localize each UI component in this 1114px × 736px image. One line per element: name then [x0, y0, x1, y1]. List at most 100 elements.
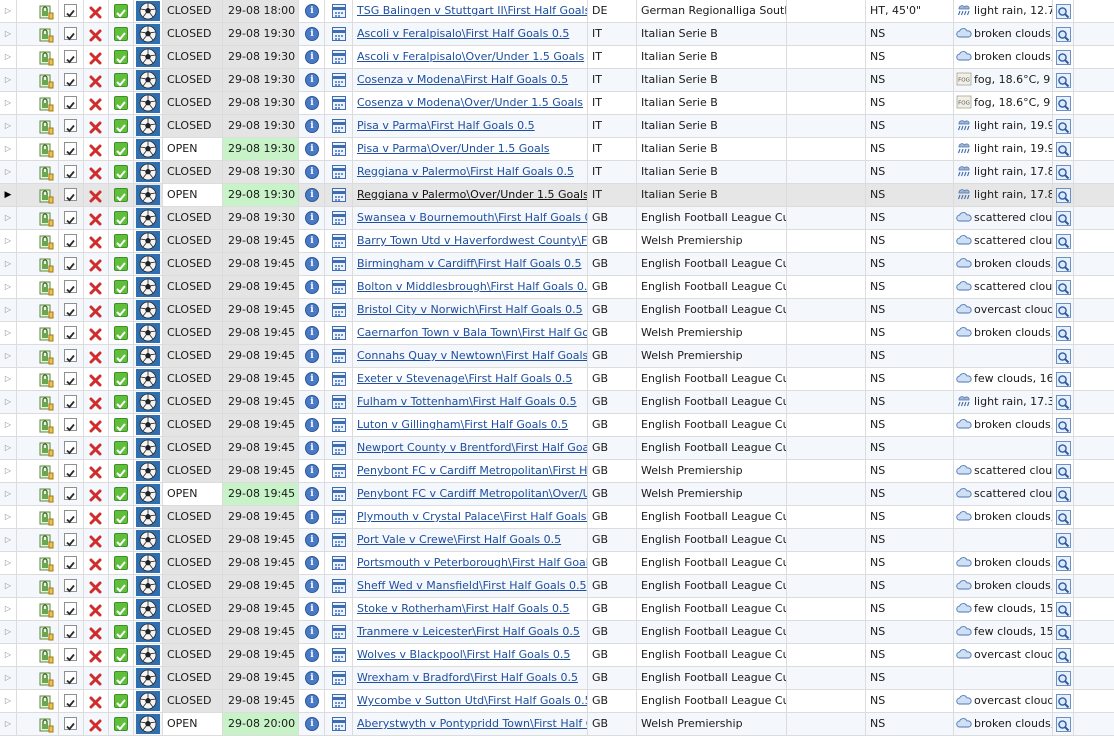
delete-cell[interactable] — [84, 299, 109, 321]
magnifier-icon[interactable] — [1056, 303, 1071, 318]
event-market-cell[interactable]: Ascoli v Feralpisalo\First Half Goals 0.… — [353, 23, 588, 45]
row-indicator[interactable]: ▷ — [0, 345, 17, 367]
approve-cell[interactable] — [109, 598, 134, 620]
table-row[interactable]: ▷ CLOSED 29-08 19:45 i Plymouth v Crystal Pa… — [0, 506, 1114, 529]
select-cell[interactable] — [59, 69, 84, 91]
lock-edit-icon[interactable] — [38, 73, 54, 89]
event-market-cell[interactable]: Barry Town Utd v Haverfordwest County\Fi… — [353, 230, 588, 252]
info-cell[interactable]: i — [299, 483, 325, 505]
row-indicator[interactable]: ▷ — [0, 161, 17, 183]
checkbox-icon[interactable] — [64, 257, 77, 271]
event-market-cell[interactable]: Penybont FC v Cardiff Metropolitan\Over/… — [353, 483, 588, 505]
calendar-cell[interactable] — [325, 460, 353, 482]
checkbox-icon[interactable] — [64, 4, 77, 18]
info-icon[interactable]: i — [305, 648, 319, 662]
info-cell[interactable]: i — [299, 138, 325, 160]
event-market-link[interactable]: Stoke v Rotherham\First Half Goals 0.5 — [357, 602, 570, 615]
row-expand-arrow-icon[interactable]: ▷ — [0, 115, 16, 137]
delete-x-icon[interactable] — [89, 672, 102, 686]
search-cell[interactable] — [1053, 529, 1074, 551]
calendar-icon[interactable] — [332, 188, 346, 202]
event-market-link[interactable]: Bristol City v Norwich\First Half Goals … — [357, 303, 583, 316]
info-icon[interactable]: i — [305, 372, 319, 386]
event-market-link[interactable]: Reggiana v Palermo\Over/Under 1.5 Goals — [357, 188, 587, 201]
info-icon[interactable]: i — [305, 142, 319, 156]
info-icon[interactable]: i — [305, 211, 319, 225]
delete-x-icon[interactable] — [89, 350, 102, 364]
row-expand-arrow-icon[interactable]: ▷ — [0, 667, 16, 689]
row-indicator[interactable]: ▷ — [0, 138, 17, 160]
lock-cell[interactable] — [17, 437, 59, 459]
calendar-icon[interactable] — [332, 487, 346, 501]
calendar-icon[interactable] — [332, 211, 346, 225]
approve-cell[interactable] — [109, 92, 134, 114]
calendar-icon[interactable] — [332, 648, 346, 662]
table-row[interactable]: ▷ CLOSED 29-08 19:45 i Sheff Wed v Mansfield… — [0, 575, 1114, 598]
row-expand-arrow-icon[interactable]: ▷ — [0, 713, 16, 735]
checkbox-icon[interactable] — [64, 50, 77, 64]
row-indicator[interactable]: ▷ — [0, 69, 17, 91]
lock-edit-icon[interactable] — [38, 464, 54, 480]
table-row[interactable]: ▷ CLOSED 29-08 19:45 i Tranmere v Leicester\… — [0, 621, 1114, 644]
delete-x-icon[interactable] — [89, 51, 102, 65]
row-indicator[interactable]: ▷ — [0, 667, 17, 689]
magnifier-icon[interactable] — [1056, 464, 1071, 479]
table-row[interactable]: ▷ CLOSED 29-08 19:45 i Port Vale v Crewe\Fir… — [0, 529, 1114, 552]
approve-check-icon[interactable] — [114, 73, 128, 87]
info-cell[interactable]: i — [299, 575, 325, 597]
lock-edit-icon[interactable] — [38, 533, 54, 549]
delete-cell[interactable] — [84, 253, 109, 275]
checkbox-icon[interactable] — [64, 441, 77, 455]
approve-check-icon[interactable] — [114, 142, 128, 156]
delete-x-icon[interactable] — [89, 327, 102, 341]
event-market-cell[interactable]: Cosenza v Modena\Over/Under 1.5 Goals — [353, 92, 588, 114]
row-expand-arrow-icon[interactable]: ▷ — [0, 460, 16, 482]
lock-cell[interactable] — [17, 345, 59, 367]
info-icon[interactable]: i — [305, 579, 319, 593]
lock-cell[interactable] — [17, 667, 59, 689]
lock-cell[interactable] — [17, 161, 59, 183]
calendar-icon[interactable] — [332, 441, 346, 455]
approve-cell[interactable] — [109, 437, 134, 459]
row-expand-arrow-icon[interactable]: ▷ — [0, 575, 16, 597]
info-icon[interactable]: i — [305, 625, 319, 639]
approve-check-icon[interactable] — [114, 671, 128, 685]
row-indicator[interactable]: ▷ — [0, 414, 17, 436]
approve-check-icon[interactable] — [114, 579, 128, 593]
info-cell[interactable]: i — [299, 69, 325, 91]
calendar-cell[interactable] — [325, 713, 353, 735]
approve-cell[interactable] — [109, 483, 134, 505]
delete-x-icon[interactable] — [89, 557, 102, 571]
select-cell[interactable] — [59, 0, 84, 22]
magnifier-icon[interactable] — [1056, 211, 1071, 226]
calendar-icon[interactable] — [332, 717, 346, 731]
search-cell[interactable] — [1053, 46, 1074, 68]
lock-cell[interactable] — [17, 46, 59, 68]
approve-check-icon[interactable] — [114, 418, 128, 432]
info-icon[interactable]: i — [305, 303, 319, 317]
approve-check-icon[interactable] — [114, 211, 128, 225]
delete-x-icon[interactable] — [89, 120, 102, 134]
info-cell[interactable]: i — [299, 92, 325, 114]
table-row[interactable]: ▷ CLOSED 29-08 19:45 i Luton v Gillingham\Fi… — [0, 414, 1114, 437]
select-cell[interactable] — [59, 690, 84, 712]
approve-cell[interactable] — [109, 184, 134, 206]
row-indicator[interactable]: ▷ — [0, 644, 17, 666]
approve-cell[interactable] — [109, 138, 134, 160]
row-expand-arrow-icon[interactable]: ▷ — [0, 23, 16, 45]
approve-cell[interactable] — [109, 0, 134, 22]
calendar-cell[interactable] — [325, 253, 353, 275]
delete-x-icon[interactable] — [89, 143, 102, 157]
table-row[interactable]: ▷ CLOSED 29-08 19:45 i Newport County v Bren… — [0, 437, 1114, 460]
magnifier-icon[interactable] — [1056, 119, 1071, 134]
table-row[interactable]: ▷ CLOSED 29-08 19:45 i Bristol City v Norwic… — [0, 299, 1114, 322]
search-cell[interactable] — [1053, 23, 1074, 45]
search-cell[interactable] — [1053, 667, 1074, 689]
approve-cell[interactable] — [109, 506, 134, 528]
row-expand-arrow-icon[interactable]: ▷ — [0, 299, 16, 321]
approve-check-icon[interactable] — [114, 694, 128, 708]
event-market-cell[interactable]: Reggiana v Palermo\Over/Under 1.5 Goals — [353, 184, 588, 206]
row-indicator[interactable]: ▷ — [0, 230, 17, 252]
approve-check-icon[interactable] — [114, 326, 128, 340]
lock-cell[interactable] — [17, 690, 59, 712]
